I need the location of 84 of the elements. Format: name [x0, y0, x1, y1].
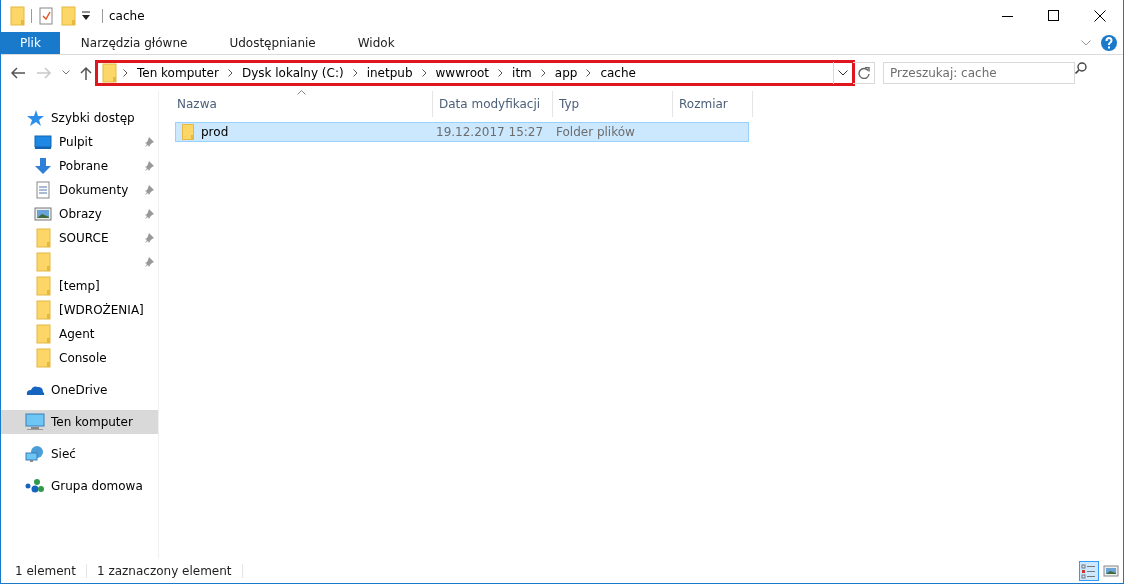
sidebar-item[interactable]: [temp]: [1, 274, 158, 298]
dropdown-caret-icon[interactable]: [838, 69, 848, 76]
file-name: prod: [201, 125, 229, 139]
sidebar-item[interactable]: Sieć: [1, 442, 158, 466]
chevron-right-icon: [498, 68, 504, 77]
chevron-right-icon: [352, 68, 358, 77]
sidebar-item[interactable]: SOURCE: [1, 226, 158, 250]
folder-icon: [35, 324, 51, 344]
sidebar-item[interactable]: [WDROŻENIA]: [1, 298, 158, 322]
folder-icon: [35, 300, 51, 320]
sidebar-item[interactable]: Agent: [1, 322, 158, 346]
network-icon: [25, 445, 45, 463]
chevron-right-icon: [586, 68, 592, 77]
maximize-icon: [1048, 10, 1060, 22]
people-icon: [25, 478, 45, 494]
chevron-right-icon: [421, 68, 427, 77]
status-text: 1 element: [15, 564, 87, 578]
sidebar-item[interactable]: Obrazy: [1, 202, 158, 226]
pin-icon[interactable]: [144, 185, 154, 195]
up-arrow-icon[interactable]: [80, 65, 92, 80]
sort-ascending-icon[interactable]: [297, 90, 306, 95]
file-type: Folder plików: [555, 125, 636, 139]
ribbon-tab[interactable]: Plik: [1, 32, 60, 54]
help-icon[interactable]: [1101, 35, 1117, 51]
breadcrumb[interactable]: Ten komputer: [133, 65, 223, 80]
chevron-down-icon[interactable]: [1081, 40, 1091, 46]
sidebar-item[interactable]: Pulpit: [1, 130, 158, 154]
breadcrumb[interactable]: inetpub: [362, 65, 417, 80]
sidebar-item[interactable]: Pobrane: [1, 154, 158, 178]
folder-icon: [182, 124, 194, 140]
search-icon[interactable]: [1075, 61, 1087, 74]
sidebar-item[interactable]: Dokumenty: [1, 178, 158, 202]
document-icon: [35, 181, 51, 199]
dropdown-caret-icon[interactable]: [82, 11, 90, 21]
pin-icon[interactable]: [144, 161, 154, 171]
status-text: 1 zaznaczony element: [96, 564, 243, 578]
properties-checkmark-icon[interactable]: [38, 7, 54, 25]
chevron-right-icon: [123, 68, 128, 77]
column-header[interactable]: Data modyfikacji: [433, 91, 553, 117]
window-title: cache: [109, 9, 145, 23]
column-header[interactable]: Rozmiar: [673, 91, 753, 117]
modified-date: 19.12.2017 15:27: [435, 125, 545, 139]
folder-icon: [35, 276, 51, 296]
star-icon: [26, 109, 44, 127]
back-arrow-icon[interactable]: [10, 66, 26, 79]
ribbon-tab[interactable]: Widok: [336, 32, 416, 54]
sidebar-item[interactable]: Console: [1, 346, 158, 370]
folder-icon: [35, 348, 51, 368]
file-row[interactable]: prod 19.12.2017 15:27 Folder plików: [175, 122, 749, 142]
recent-locations-caret-icon[interactable]: [62, 70, 70, 75]
breadcrumb[interactable]: wwwroot: [431, 65, 494, 80]
sidebar-item[interactable]: OneDrive: [1, 378, 158, 402]
folder-icon: [35, 228, 51, 248]
picture-icon: [1103, 563, 1119, 579]
refresh-button[interactable]: [853, 61, 875, 84]
sidebar-item[interactable]: Grupa domowa: [1, 474, 158, 498]
breadcrumb[interactable]: cache: [596, 65, 640, 80]
folder-icon: [102, 62, 117, 83]
chevron-right-icon: [227, 68, 233, 77]
cloud-icon: [25, 383, 45, 397]
refresh-icon: [857, 66, 870, 79]
down-arrow-icon: [34, 157, 52, 175]
sidebar-item[interactable]: Szybki dostęp: [1, 106, 158, 130]
monitor-icon: [34, 134, 52, 150]
pin-icon[interactable]: [144, 137, 154, 147]
pin-icon[interactable]: [144, 209, 154, 219]
column-header[interactable]: Nazwa: [175, 91, 433, 117]
breadcrumb[interactable]: Dysk lokalny (C:): [237, 65, 348, 80]
ribbon-tab[interactable]: Udostępnianie: [208, 32, 337, 54]
sidebar-item[interactable]: Ten komputer: [1, 410, 158, 434]
breadcrumb[interactable]: app: [550, 65, 582, 80]
address-bar[interactable]: Ten komputer Dysk lokalny (C:) inetpub wwwroot itm app cache: [97, 61, 853, 84]
details-view-icon: [1081, 563, 1097, 579]
picture-icon: [34, 207, 52, 221]
column-header[interactable]: Typ: [553, 91, 673, 117]
pin-icon[interactable]: [144, 257, 154, 267]
folder-icon: [35, 252, 51, 272]
view-toggle-button[interactable]: [1079, 561, 1099, 581]
breadcrumb[interactable]: itm: [508, 65, 536, 80]
pin-icon[interactable]: [144, 233, 154, 243]
ribbon-tab[interactable]: Narzędzia główne: [59, 32, 209, 54]
close-icon: [1094, 10, 1106, 22]
computer-icon: [25, 413, 45, 431]
chevron-right-icon: [540, 68, 546, 77]
